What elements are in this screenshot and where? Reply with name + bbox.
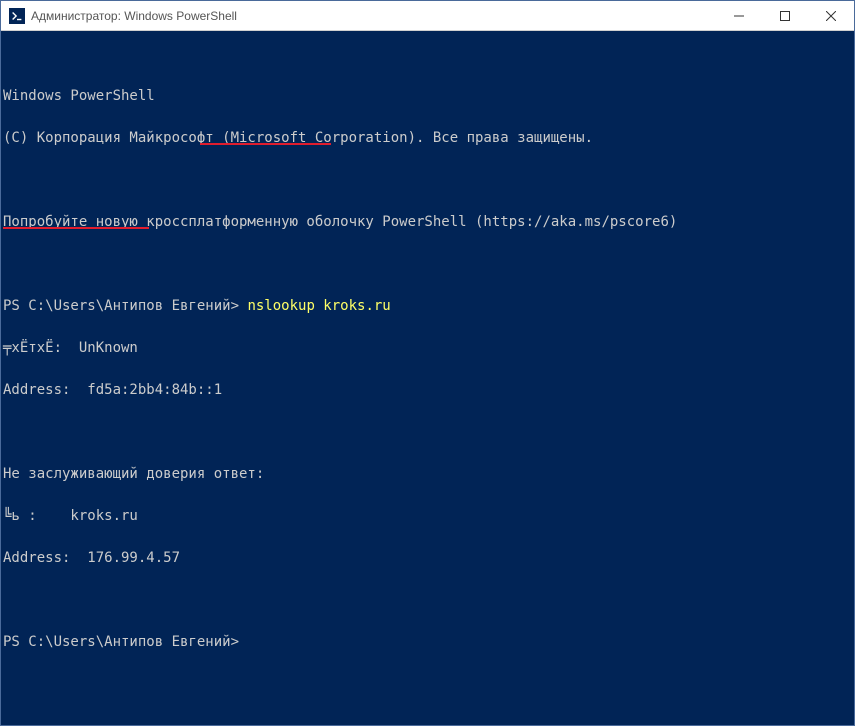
terminal-line: Address: fd5a:2bb4:84b::1 [1,383,854,397]
annotation-underline [3,227,149,229]
terminal-line: Не заслуживающий доверия ответ: [1,467,854,481]
terminal-output[interactable]: Windows PowerShell (C) Корпорация Майкро… [1,31,854,725]
terminal-line [1,257,854,271]
titlebar[interactable]: Администратор: Windows PowerShell [1,1,854,31]
terminal-line [1,425,854,439]
close-button[interactable] [808,1,854,30]
terminal-line [1,593,854,607]
window-title: Администратор: Windows PowerShell [31,9,716,23]
terminal-line: Address: 176.99.4.57 [1,551,854,565]
terminal-line [1,173,854,187]
terminal-line: (C) Корпорация Майкрософт (Microsoft Cor… [1,131,854,145]
command-text: nslookup kroks.ru [247,298,390,314]
terminal-prompt-line: PS C:\Users\Антипов Евгений> nslookup kr… [1,299,854,313]
powershell-window: Администратор: Windows PowerShell Window… [0,0,855,726]
annotation-underline [200,143,331,145]
powershell-icon [9,8,25,24]
terminal-line: ╚ь : kroks.ru [1,509,854,523]
window-controls [716,1,854,30]
terminal-line: Windows PowerShell [1,89,854,103]
terminal-prompt-line: PS C:\Users\Антипов Евгений> [1,635,854,649]
maximize-button[interactable] [762,1,808,30]
terminal-line: ╤хЁтхЁ: UnKnown [1,341,854,355]
minimize-button[interactable] [716,1,762,30]
prompt-prefix: PS C:\Users\Антипов Евгений> [3,298,247,314]
